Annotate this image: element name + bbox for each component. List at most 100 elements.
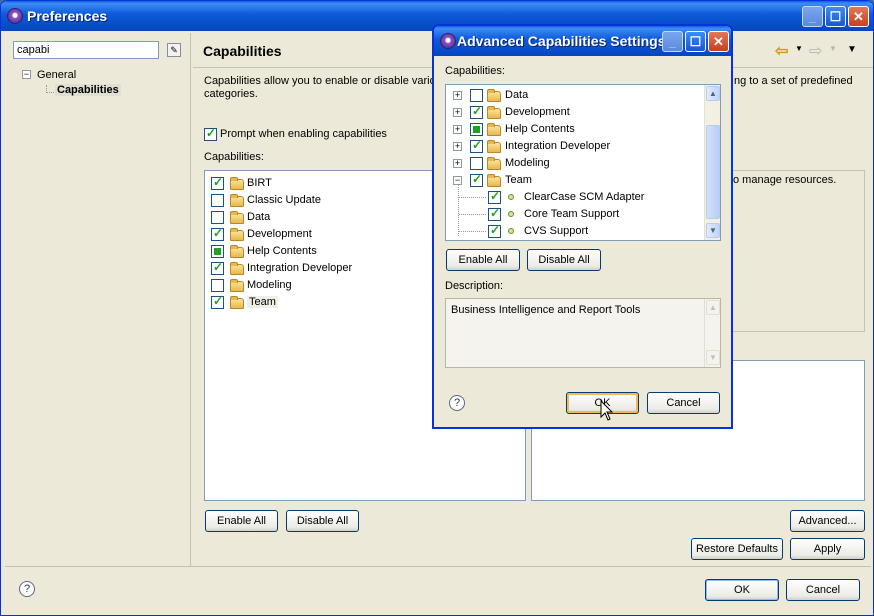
disable-all-button[interactable]: Disable All (286, 510, 359, 532)
clear-filter-icon[interactable]: ✎ (167, 43, 181, 57)
restore-defaults-button[interactable]: Restore Defaults (691, 538, 783, 560)
enable-all-button[interactable]: Enable All (205, 510, 278, 532)
dialog-child-checkbox[interactable] (488, 223, 501, 238)
capability-label: Modeling (247, 279, 292, 291)
capability-label: Team (247, 296, 278, 308)
dialog-child-checkbox[interactable] (488, 206, 501, 221)
back-dropdown-icon[interactable]: ▼ (795, 44, 803, 53)
footer-divider (5, 566, 871, 567)
cancel-button[interactable]: Cancel (786, 579, 860, 601)
dialog-tree-child-row[interactable]: ClearCase SCM Adapter (446, 189, 701, 206)
description-scrollbar[interactable]: ▲ ▼ (704, 299, 720, 367)
collapse-general-icon[interactable]: − (22, 70, 31, 79)
page-title: Capabilities (203, 43, 282, 59)
back-arrow-icon[interactable]: ⇦ (775, 41, 788, 61)
view-menu-icon[interactable]: ▼ (847, 44, 857, 55)
advanced-button[interactable]: Advanced... (790, 510, 865, 532)
folder-icon (230, 245, 244, 258)
folder-icon (230, 262, 244, 275)
expand-icon[interactable]: + (453, 159, 462, 168)
help-icon[interactable]: ? (19, 581, 35, 597)
dialog-child-checkbox[interactable] (488, 189, 501, 204)
dialog-description-label: Description: (445, 280, 504, 292)
dialog-capability-label: Development (505, 106, 570, 118)
dialog-tree-child-row[interactable]: Core Team Support (446, 206, 701, 223)
apply-button[interactable]: Apply (790, 538, 865, 560)
scroll-thumb[interactable] (706, 125, 720, 219)
dialog-tree-row[interactable]: + Help Contents (446, 121, 701, 138)
eclipse-app-icon (440, 33, 456, 49)
dialog-child-label: Core Team Support (524, 208, 620, 220)
prompt-checkbox[interactable] (204, 126, 217, 141)
scroll-down-icon[interactable]: ▼ (706, 223, 720, 238)
folder-icon (487, 157, 501, 170)
capabilities-label: Capabilities: (204, 151, 264, 163)
dialog-disable-all-button[interactable]: Disable All (527, 249, 601, 271)
dialog-tree-row[interactable]: + Development (446, 104, 701, 121)
dialog-cancel-button[interactable]: Cancel (647, 392, 720, 414)
tree-connector-h (459, 214, 486, 215)
dialog-capability-label: Help Contents (505, 123, 575, 135)
capability-checkbox[interactable] (211, 211, 224, 224)
collapse-icon[interactable]: − (453, 176, 462, 185)
capability-checkbox[interactable] (211, 194, 224, 207)
tree-item-general[interactable]: General (37, 69, 76, 81)
dialog-maximize-button[interactable]: ☐ (685, 31, 706, 52)
dialog-capability-checkbox[interactable] (470, 138, 483, 153)
minimize-button[interactable]: _ (802, 6, 823, 27)
dialog-capability-checkbox[interactable] (470, 89, 483, 102)
scroll-up-icon[interactable]: ▲ (706, 86, 720, 101)
maximize-button[interactable]: ☐ (825, 6, 846, 27)
filter-input[interactable] (13, 41, 159, 59)
dialog-tree-row[interactable]: + Data (446, 87, 701, 104)
dialog-tree-scrollbar[interactable]: ▲ ▼ (704, 85, 720, 240)
folder-icon (230, 211, 244, 224)
dialog-child-label: CVS Support (524, 225, 589, 237)
dialog-capability-checkbox[interactable] (470, 104, 483, 119)
dialog-enable-all-button[interactable]: Enable All (446, 249, 520, 271)
capability-checkbox[interactable] (211, 279, 224, 292)
dialog-close-button[interactable]: ✕ (708, 31, 729, 52)
capability-label: Classic Update (247, 194, 321, 206)
prompt-label[interactable]: Prompt when enabling capabilities (220, 128, 387, 140)
dialog-capability-checkbox[interactable] (470, 123, 483, 136)
dialog-capability-checkbox[interactable] (470, 157, 483, 170)
page-description-left: Capabilities allow you to enable or disa… (204, 75, 442, 87)
dialog-capabilities-tree: + Data + Development + Help Contents + Integrat… (445, 84, 721, 241)
expand-icon[interactable]: + (453, 142, 462, 151)
capability-checkbox[interactable] (211, 294, 224, 309)
dialog-capabilities-label: Capabilities: (445, 65, 505, 77)
capability-checkbox[interactable] (211, 245, 224, 258)
capability-checkbox[interactable] (211, 226, 224, 241)
ok-button[interactable]: OK (705, 579, 779, 601)
dialog-capability-label: Team (505, 174, 532, 186)
capability-label: Integration Developer (247, 262, 353, 274)
folder-icon (487, 123, 501, 136)
capability-label: Help Contents (247, 245, 317, 257)
close-button[interactable]: ✕ (848, 6, 869, 27)
dialog-tree-row[interactable]: + Modeling (446, 155, 701, 172)
dialog-help-icon[interactable]: ? (449, 395, 465, 411)
folder-icon (230, 194, 244, 207)
expand-icon[interactable]: + (453, 125, 462, 134)
folder-icon (487, 89, 501, 102)
folder-icon (230, 177, 244, 190)
dialog-description-text: Business Intelligence and Report Tools (451, 304, 641, 316)
dialog-tree-row[interactable]: − Team (446, 172, 701, 189)
capability-checkbox[interactable] (211, 260, 224, 275)
capability-checkbox[interactable] (211, 175, 224, 190)
capability-label: Data (247, 211, 271, 223)
dialog-capability-checkbox[interactable] (470, 172, 483, 187)
tree-item-capabilities[interactable]: Capabilities (55, 84, 121, 96)
desc-scroll-down-icon: ▼ (706, 350, 720, 365)
activity-icon (508, 228, 514, 234)
expand-icon[interactable]: + (453, 91, 462, 100)
expand-icon[interactable]: + (453, 108, 462, 117)
sidebar: ✎ − General Capabilities (5, 33, 191, 567)
dialog-tree-child-row[interactable]: CVS Support (446, 223, 701, 240)
page-description-line2: categories. (204, 88, 258, 100)
dialog-minimize-button[interactable]: _ (662, 31, 683, 52)
activity-icon (508, 211, 514, 217)
dialog-titlebar[interactable]: Advanced Capabilities Settings _ ☐ ✕ (434, 26, 731, 56)
dialog-tree-row[interactable]: + Integration Developer (446, 138, 701, 155)
